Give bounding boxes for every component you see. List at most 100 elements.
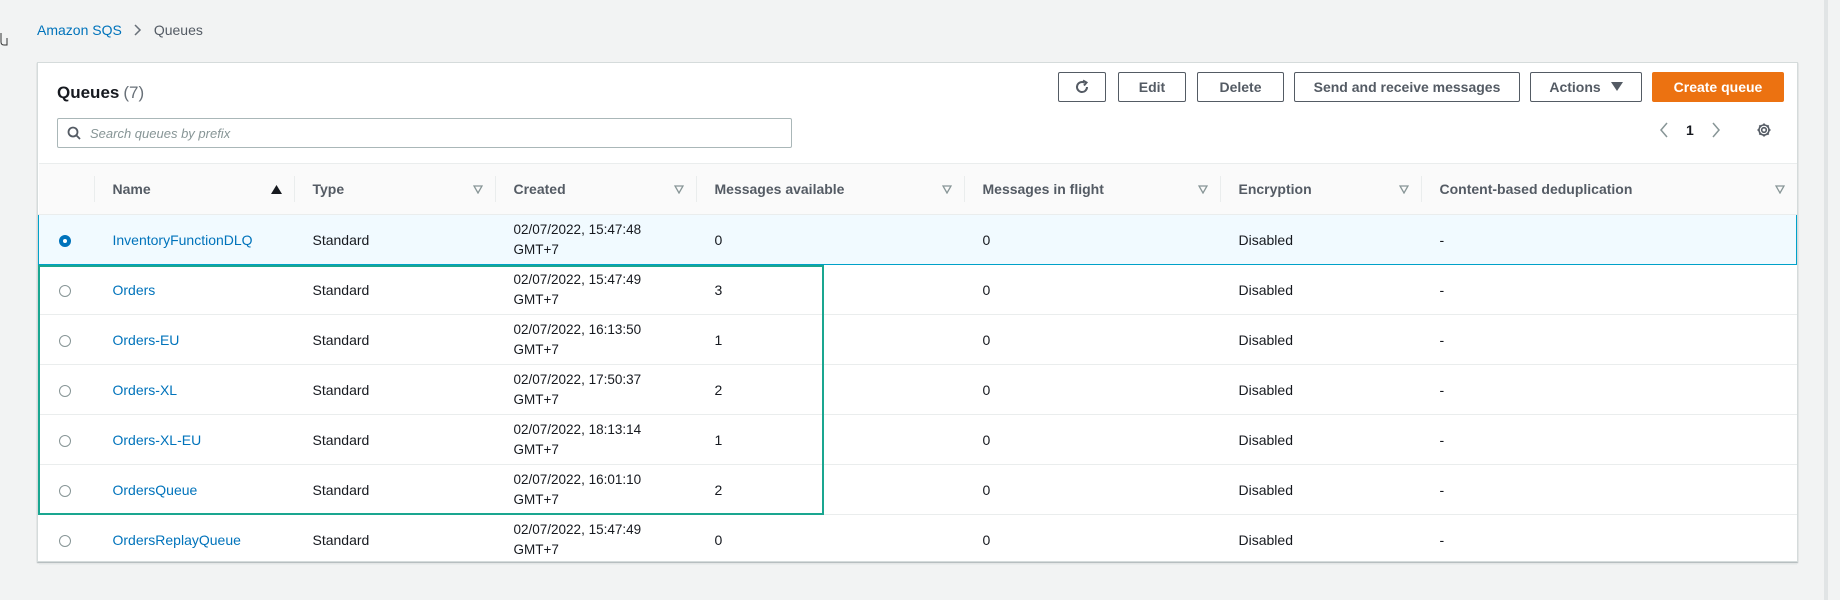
created-datetime: 02/07/2022, 15:47:48 bbox=[513, 221, 642, 237]
queues-table: Name Type Created Messages available Mes… bbox=[38, 163, 1797, 565]
created-datetime: 02/07/2022, 16:01:10 bbox=[513, 471, 642, 487]
created-timezone: GMT+7 bbox=[513, 291, 559, 307]
cell-messages-in-flight: 0 bbox=[963, 464, 1220, 515]
table-row[interactable]: OrdersQueue Standard 02/07/2022, 16:01:10 G… bbox=[38, 464, 1797, 515]
panel-title-text: Queues bbox=[57, 83, 120, 102]
table-row[interactable]: OrdersReplayQueue Standard 02/07/2022, 15:… bbox=[38, 514, 1797, 565]
row-select-cell bbox=[38, 214, 94, 265]
table-row[interactable]: Orders-EU Standard 02/07/2022, 16:13:50 GMT… bbox=[38, 314, 1797, 365]
column-header-name[interactable]: Name bbox=[93, 163, 294, 215]
cell-name: Orders-XL bbox=[93, 364, 294, 415]
cell-content-dedup: - bbox=[1420, 364, 1797, 415]
queue-name-link[interactable]: InventoryFunctionDLQ bbox=[113, 232, 253, 248]
row-select-cell bbox=[38, 464, 94, 515]
cell-type: Standard bbox=[293, 214, 495, 265]
column-header-encryption[interactable]: Encryption bbox=[1219, 163, 1421, 215]
sort-icon[interactable] bbox=[1774, 184, 1785, 194]
cell-messages-in-flight: 0 bbox=[963, 364, 1220, 415]
queues-panel: Queues (7) Edit Delete Send and receive m… bbox=[37, 62, 1798, 565]
queue-name-link[interactable]: Orders-XL bbox=[113, 382, 178, 398]
table-row[interactable]: Orders Standard 02/07/2022, 15:47:49 GMT+7 3… bbox=[38, 264, 1797, 315]
sort-icon[interactable] bbox=[1197, 184, 1208, 194]
row-radio-button[interactable] bbox=[58, 484, 71, 497]
cell-created: 02/07/2022, 15:47:48 GMT+7 bbox=[494, 214, 696, 265]
cell-created: 02/07/2022, 15:47:49 GMT+7 bbox=[494, 514, 696, 565]
cell-content-dedup: - bbox=[1420, 314, 1797, 365]
cell-messages-available: 2 bbox=[695, 464, 964, 515]
cell-content-dedup: - bbox=[1420, 464, 1797, 515]
cell-messages-in-flight: 0 bbox=[963, 314, 1220, 365]
cell-type: Standard bbox=[293, 364, 495, 415]
next-page-icon[interactable] bbox=[1706, 122, 1726, 138]
column-label: Created bbox=[513, 181, 566, 197]
created-datetime: 02/07/2022, 15:47:49 bbox=[513, 271, 642, 287]
sort-icon[interactable] bbox=[941, 184, 952, 194]
row-radio-button[interactable] bbox=[58, 384, 71, 397]
created-timezone: GMT+7 bbox=[513, 541, 559, 557]
refresh-button[interactable] bbox=[1058, 72, 1106, 102]
column-header-content-dedup[interactable]: Content-based deduplication bbox=[1420, 163, 1797, 215]
row-radio-button[interactable] bbox=[58, 284, 71, 297]
send-receive-messages-button[interactable]: Send and receive messages bbox=[1294, 72, 1520, 102]
row-select-cell bbox=[38, 364, 94, 415]
queue-name-link[interactable]: Orders-XL-EU bbox=[113, 432, 202, 448]
cell-type: Standard bbox=[293, 464, 495, 515]
sort-icon[interactable] bbox=[1398, 184, 1409, 194]
cell-name: InventoryFunctionDLQ bbox=[93, 214, 294, 265]
search-icon bbox=[67, 126, 81, 140]
table-row[interactable]: Orders-XL-EU Standard 02/07/2022, 18:13:14… bbox=[38, 414, 1797, 465]
edit-button[interactable]: Edit bbox=[1118, 72, 1186, 102]
column-header-messages-in-flight[interactable]: Messages in flight bbox=[963, 163, 1220, 215]
cell-encryption: Disabled bbox=[1219, 514, 1421, 565]
cell-type: Standard bbox=[293, 414, 495, 465]
pagination: 1 bbox=[1654, 115, 1772, 145]
cell-created: 02/07/2022, 17:50:37 GMT+7 bbox=[494, 364, 696, 415]
cell-created: 02/07/2022, 15:47:49 GMT+7 bbox=[494, 264, 696, 315]
caret-down-icon bbox=[1610, 82, 1623, 91]
cell-content-dedup: - bbox=[1420, 514, 1797, 565]
queue-name-link[interactable]: Orders-EU bbox=[113, 332, 180, 348]
created-datetime: 02/07/2022, 16:13:50 bbox=[513, 321, 642, 337]
refresh-icon bbox=[1076, 79, 1089, 93]
queue-name-link[interactable]: OrdersQueue bbox=[113, 482, 198, 498]
cell-content-dedup: - bbox=[1420, 264, 1797, 315]
column-header-type[interactable]: Type bbox=[293, 163, 495, 215]
created-timezone: GMT+7 bbox=[513, 441, 559, 457]
table-row[interactable]: Orders-XL Standard 02/07/2022, 17:50:37 GMT… bbox=[38, 364, 1797, 415]
page-scrollbar[interactable] bbox=[1824, 0, 1828, 600]
row-radio-button[interactable] bbox=[59, 234, 71, 247]
cell-messages-available: 3 bbox=[695, 264, 964, 315]
sort-ascending-icon[interactable] bbox=[270, 184, 282, 194]
gear-icon[interactable] bbox=[1756, 122, 1772, 138]
cell-messages-in-flight: 0 bbox=[963, 514, 1220, 565]
row-radio-button[interactable] bbox=[58, 534, 71, 547]
created-datetime: 02/07/2022, 17:50:37 bbox=[513, 371, 642, 387]
sort-icon[interactable] bbox=[673, 184, 684, 194]
row-radio-button[interactable] bbox=[58, 334, 71, 347]
breadcrumb-amazon-sqs[interactable]: Amazon SQS bbox=[37, 22, 122, 38]
column-header-created[interactable]: Created bbox=[494, 163, 696, 215]
cell-encryption: Disabled bbox=[1219, 314, 1421, 365]
create-queue-button[interactable]: Create queue bbox=[1652, 72, 1784, 102]
row-select-cell bbox=[38, 414, 94, 465]
queue-name-link[interactable]: Orders bbox=[113, 282, 156, 298]
queue-count: (7) bbox=[123, 83, 145, 102]
cell-type: Standard bbox=[293, 314, 495, 365]
table-row[interactable]: InventoryFunctionDLQ Standard 02/07/2022, … bbox=[38, 214, 1797, 265]
cell-messages-available: 2 bbox=[695, 364, 964, 415]
sort-icon[interactable] bbox=[472, 184, 483, 194]
cell-content-dedup: - bbox=[1420, 214, 1797, 265]
queue-name-link[interactable]: OrdersReplayQueue bbox=[113, 532, 241, 548]
current-page[interactable]: 1 bbox=[1686, 122, 1694, 138]
cell-type: Standard bbox=[293, 264, 495, 315]
delete-button[interactable]: Delete bbox=[1197, 72, 1284, 102]
actions-dropdown[interactable]: Actions bbox=[1530, 72, 1642, 102]
column-header-messages-available[interactable]: Messages available bbox=[695, 163, 964, 215]
cell-name: OrdersReplayQueue bbox=[93, 514, 294, 565]
column-label: Messages available bbox=[714, 181, 845, 197]
search-input[interactable] bbox=[88, 124, 791, 142]
row-select-cell bbox=[38, 514, 94, 565]
search-field[interactable] bbox=[57, 118, 792, 148]
row-radio-button[interactable] bbox=[58, 434, 71, 447]
prev-page-icon[interactable] bbox=[1654, 122, 1674, 138]
